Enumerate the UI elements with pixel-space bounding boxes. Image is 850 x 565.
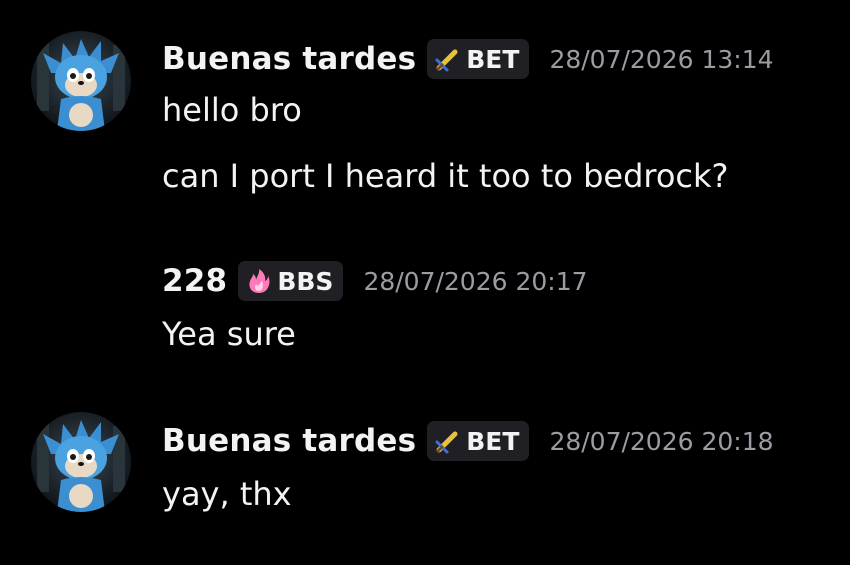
username[interactable]: 228 xyxy=(162,263,227,299)
message-header: Buenas tardes BET 28/07/2026 20:18 xyxy=(162,421,774,461)
server-tag[interactable]: BET xyxy=(427,421,530,461)
username[interactable]: Buenas tardes xyxy=(162,423,416,459)
tag-label: BBS xyxy=(277,266,334,296)
user-avatar[interactable] xyxy=(31,31,131,131)
timestamp: 28/07/2026 20:17 xyxy=(363,266,588,296)
server-tag[interactable]: BBS xyxy=(238,261,344,301)
tag-label: BET xyxy=(466,44,520,74)
message-text: yay, thx xyxy=(162,475,292,513)
message-text: can I port I heard it too to bedrock? xyxy=(162,157,729,195)
message-header: Buenas tardes BET 28/07/2026 13:14 xyxy=(162,39,774,79)
message-header: 228 BBS 28/07/2026 20:17 xyxy=(162,261,588,301)
message-text: hello bro xyxy=(162,91,302,129)
timestamp: 28/07/2026 20:18 xyxy=(549,426,774,456)
user-avatar[interactable] xyxy=(31,412,131,512)
sword-icon xyxy=(435,431,458,454)
chat-log: Buenas tardes BET 28/07/2026 13:14 hello… xyxy=(0,0,850,565)
hedgehog-avatar-image xyxy=(31,412,131,512)
username[interactable]: Buenas tardes xyxy=(162,41,416,77)
server-tag[interactable]: BET xyxy=(427,39,530,79)
tag-label: BET xyxy=(466,426,520,456)
hedgehog-avatar-image xyxy=(31,31,131,131)
sword-icon xyxy=(435,49,458,72)
timestamp: 28/07/2026 13:14 xyxy=(549,44,774,74)
message-text: Yea sure xyxy=(162,315,296,353)
pink-flame-icon xyxy=(249,269,270,293)
